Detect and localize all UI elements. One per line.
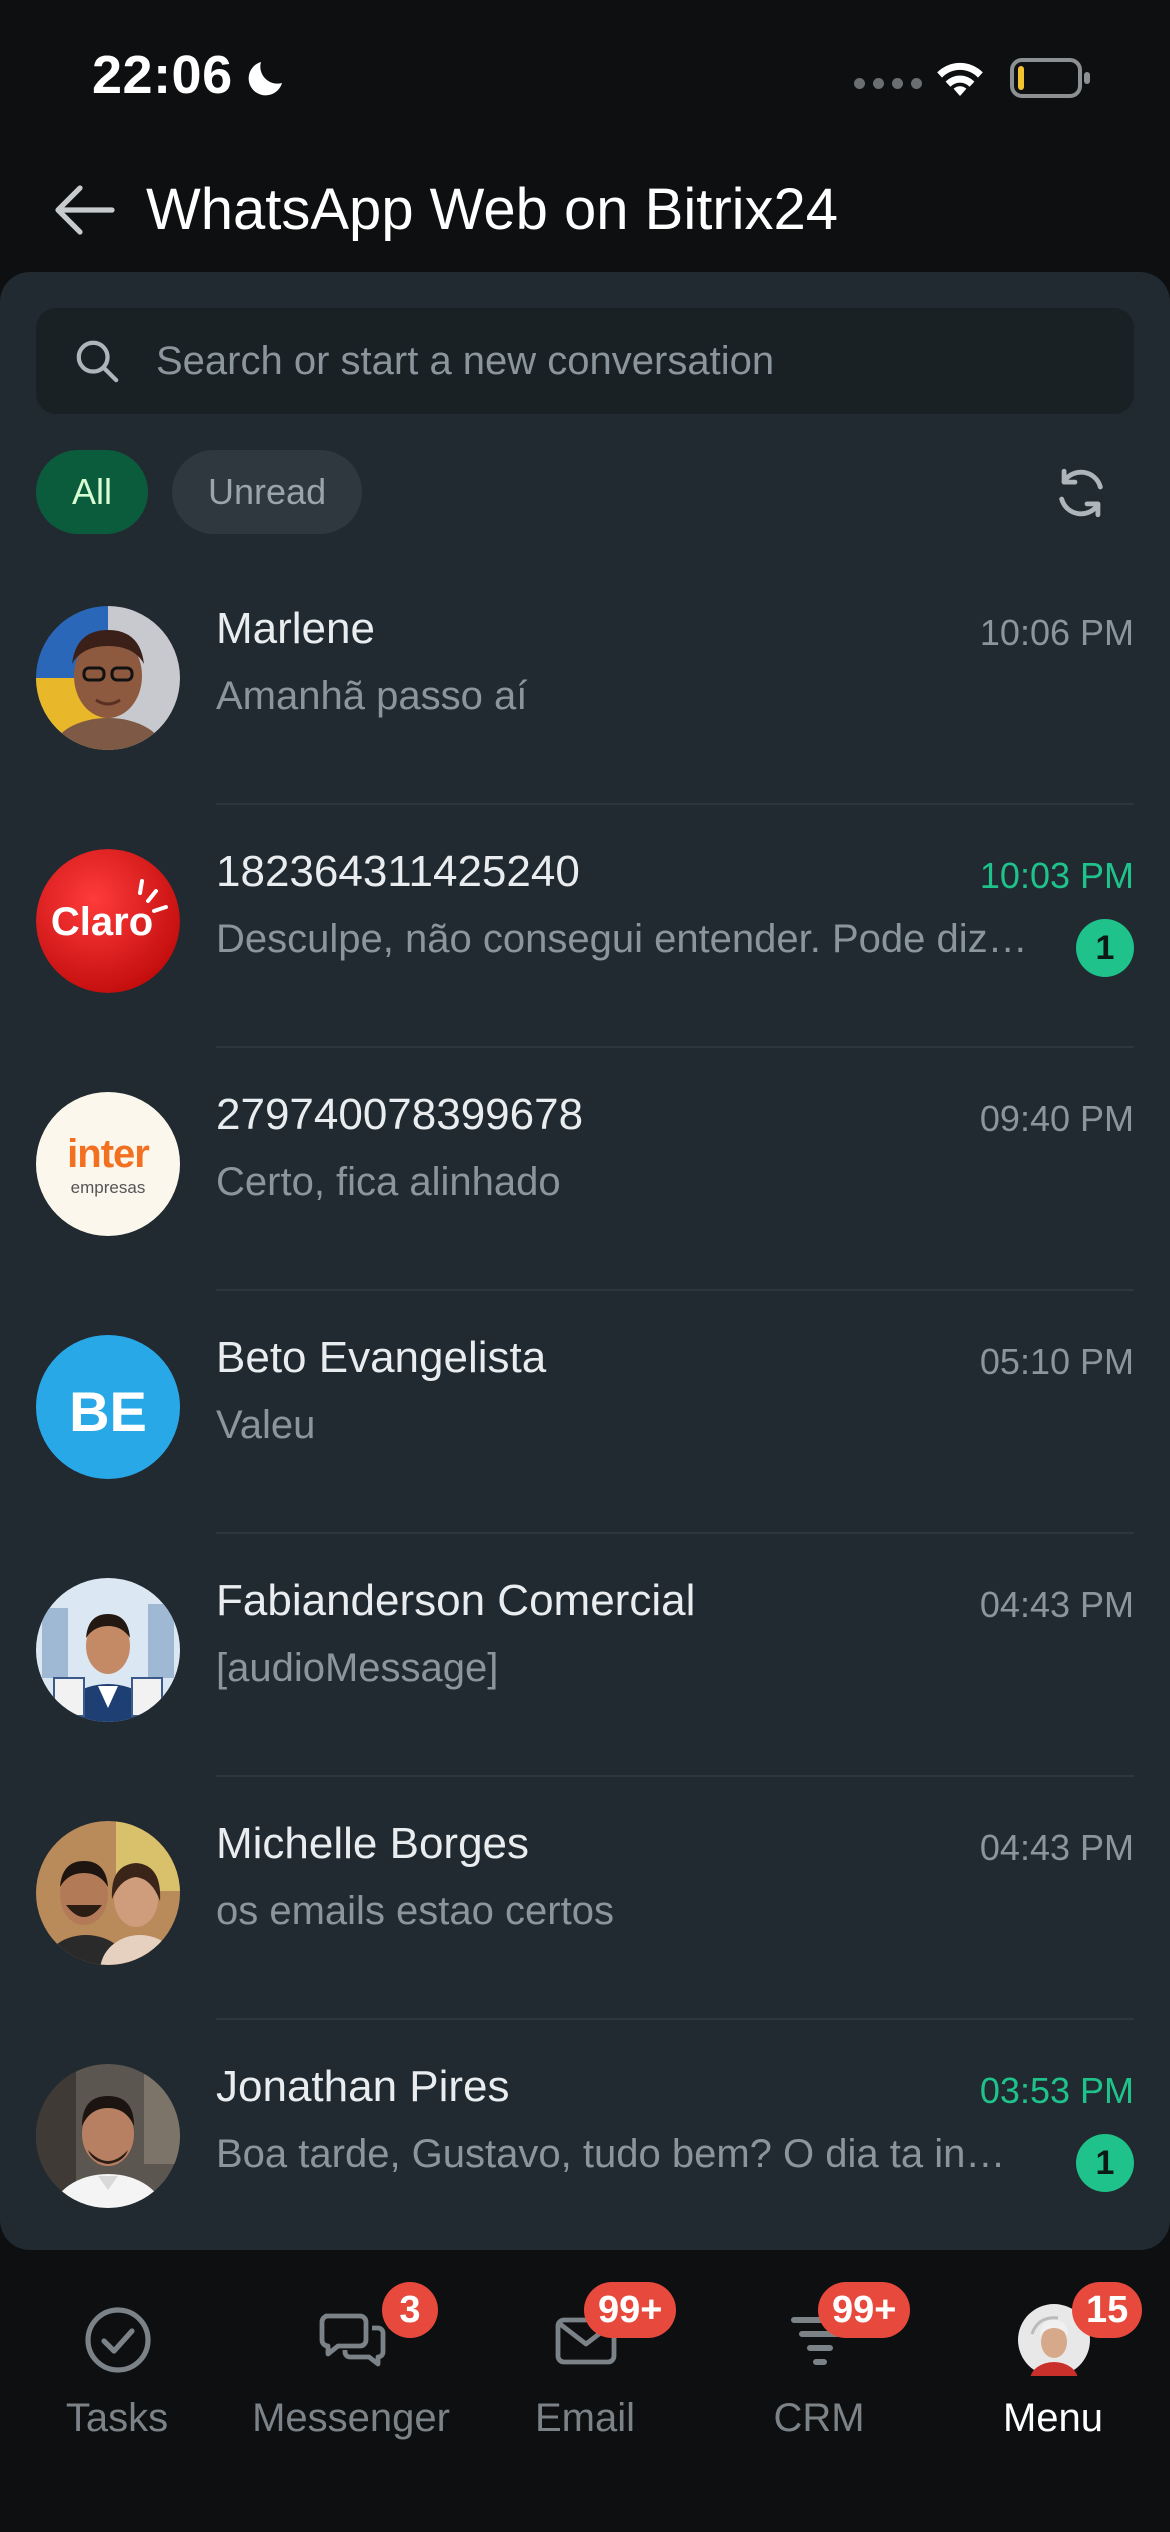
- chat-time: 04:43 PM: [979, 1827, 1134, 1868]
- chat-last-message: Boa tarde, Gustavo, tudo bem? O dia ta i…: [216, 2132, 1016, 2176]
- chat-time: 10:03 PM: [979, 855, 1134, 896]
- unread-badge: 1: [1076, 919, 1134, 977]
- chat-list: Marlene 10:06 PM Amanhã passo aí Claro 1…: [0, 562, 1170, 2250]
- chat-last-message: Valeu: [216, 1403, 316, 1447]
- back-arrow-icon[interactable]: [52, 180, 116, 240]
- page-title: WhatsApp Web on Bitrix24: [146, 177, 839, 242]
- avatar-photo: [36, 2064, 180, 2208]
- avatar-photo: [36, 606, 180, 750]
- nav-crm[interactable]: 99+ CRM: [702, 2280, 936, 2470]
- check-circle-icon: [85, 2307, 151, 2373]
- chat-row[interactable]: Jonathan Pires 03:53 PM Boa tarde, Gusta…: [0, 2020, 1170, 2250]
- chat-time: 05:10 PM: [979, 1341, 1134, 1382]
- nav-menu[interactable]: 15 Menu: [936, 2280, 1170, 2470]
- svg-text:Claro: Claro: [51, 900, 153, 944]
- refresh-icon[interactable]: [1052, 464, 1110, 522]
- app-header: WhatsApp Web on Bitrix24: [0, 150, 1170, 270]
- nav-messenger[interactable]: 3 Messenger: [234, 2280, 468, 2470]
- chat-last-message: [audioMessage]: [216, 1646, 499, 1690]
- chat-last-message: Certo, fica alinhado: [216, 1160, 561, 1204]
- chat-row[interactable]: Fabianderson Comercial 04:43 PM [audioMe…: [0, 1534, 1170, 1777]
- nav-badge: 15: [1072, 2282, 1143, 2338]
- inter-logo: inter empresas: [36, 1092, 180, 1236]
- chat-row[interactable]: Claro 182364311425240 10:03 PM Desculpe,…: [0, 805, 1170, 1048]
- chat-row[interactable]: Michelle Borges 04:43 PM os emails estao…: [0, 1777, 1170, 2020]
- claro-logo: Claro: [36, 849, 180, 993]
- nav-tasks[interactable]: Tasks: [0, 2280, 234, 2470]
- chat-time: 04:43 PM: [979, 1584, 1134, 1625]
- filter-chip-unread[interactable]: Unread: [172, 450, 363, 534]
- chat-last-message: Desculpe, não consegui entender. Pode di…: [216, 917, 1036, 961]
- chat-name: Beto Evangelista: [216, 1333, 547, 1382]
- filter-chips: All Unread: [36, 450, 363, 534]
- avatar-initials: BE: [36, 1335, 180, 1479]
- nav-label: Email: [534, 2396, 636, 2440]
- chat-row[interactable]: BE Beto Evangelista 05:10 PM Valeu: [0, 1291, 1170, 1534]
- nav-badge: 3: [382, 2282, 438, 2338]
- nav-badge: 99+: [818, 2282, 911, 2338]
- chat-time: 10:06 PM: [979, 612, 1134, 653]
- status-bar: 22:06: [0, 0, 1170, 140]
- chat-time: 03:53 PM: [979, 2070, 1134, 2111]
- chat-row[interactable]: inter empresas 279740078399678 09:40 PM …: [0, 1048, 1170, 1291]
- avatar-photo: [36, 1578, 180, 1722]
- search-input[interactable]: [156, 308, 1096, 414]
- chat-last-message: os emails estao certos: [216, 1889, 614, 1933]
- chat-bubbles-icon: [319, 2313, 386, 2367]
- chat-name: 182364311425240: [216, 847, 580, 896]
- avatar-photo: [36, 1821, 180, 1965]
- nav-badge: 99+: [584, 2282, 677, 2338]
- search-bar[interactable]: [36, 308, 1134, 414]
- chat-name: 279740078399678: [216, 1090, 584, 1139]
- chat-panel: All Unread Marlene: [0, 272, 1170, 2250]
- nav-label: CRM: [773, 2396, 865, 2440]
- bottom-nav: Tasks 3 Messenger 99+ Email 99+ CRM 15 M…: [0, 2250, 1170, 2532]
- filter-chip-all[interactable]: All: [36, 450, 149, 534]
- chat-time: 09:40 PM: [979, 1098, 1134, 1139]
- nav-label: Menu: [1002, 2396, 1104, 2440]
- moon-icon: [248, 62, 282, 96]
- search-icon: [76, 340, 119, 383]
- status-time: 22:06: [92, 45, 233, 105]
- cellular-signal-icon: [854, 78, 922, 89]
- chat-name: Jonathan Pires: [216, 2062, 510, 2111]
- nav-email[interactable]: 99+ Email: [468, 2280, 702, 2470]
- nav-label: Messenger: [252, 2396, 450, 2440]
- unread-badge: 1: [1076, 2134, 1134, 2192]
- wifi-icon: [937, 62, 983, 96]
- chat-last-message: Amanhã passo aí: [216, 674, 528, 718]
- chat-row[interactable]: Marlene 10:06 PM Amanhã passo aí: [0, 562, 1170, 805]
- nav-label: Tasks: [65, 2396, 169, 2440]
- battery-icon: [1010, 58, 1090, 98]
- chat-name: Marlene: [216, 604, 375, 653]
- chat-name: Michelle Borges: [216, 1819, 530, 1868]
- chat-name: Fabianderson Comercial: [216, 1576, 696, 1625]
